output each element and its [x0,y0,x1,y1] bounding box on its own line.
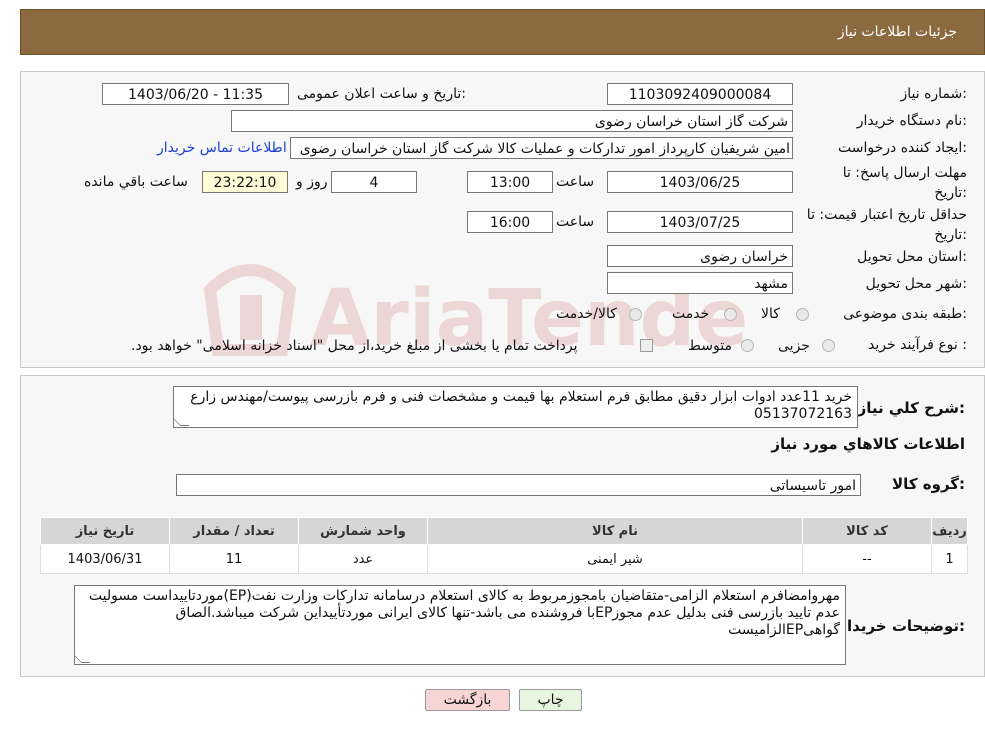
col-quantity[interactable]: تعداد / مقدار [169,517,299,545]
buyer-contact-link[interactable]: اطلاعات تماس خریدار [157,140,287,156]
validity-time-label: ساعت [556,214,595,230]
treasury-note: پرداخت تمام یا بخشی از مبلغ خرید،از محل … [131,338,578,354]
page-title: جزئیات اطلاعات نیاز [837,24,957,40]
cell-code: -- [802,544,932,574]
delivery-province-label: استان محل تحویل: [857,249,967,265]
days-and-label: روز و [296,174,328,190]
need-number-label: شماره نیاز: [900,86,967,102]
buyer-notes-text: مهروامضافرم استعلام الزامی-متقاضیان بامج… [88,588,840,638]
purchase-option-minor: جزیی [778,338,810,354]
category-option-goods: کالا [761,306,780,322]
treasury-checkbox[interactable] [640,339,653,352]
purchase-radio-medium[interactable] [741,339,754,352]
print-button[interactable]: چاپ [519,689,582,711]
price-validity-label: حداقل تاریخ اعتبار قیمت: تا تاریخ: [806,207,967,243]
remaining-time-field: 23:22:10 [202,171,288,193]
need-number-field[interactable]: 1103092409000084 [607,83,793,105]
requester-field[interactable]: امین شریفیان کارپرداز امور تدارکات و عمل… [290,137,793,159]
category-option-service: خدمت [672,306,710,322]
cell-unit: عدد [298,544,428,574]
buyer-org-field[interactable]: شرکت گاز استان خراسان رضوی [231,110,793,132]
resize-handle-icon[interactable] [75,654,91,663]
announce-datetime-field[interactable]: 1403/06/20 - 11:35 [102,83,289,105]
buyer-org-label: نام دستگاه خریدار: [856,113,967,129]
category-option-goods-service: کالا/خدمت [556,306,617,322]
general-desc-text: خرید 11عدد ادوات ابزار دقیق مطابق فرم اس… [190,389,852,422]
category-radio-goods[interactable] [796,308,809,321]
delivery-province-field[interactable]: خراسان رضوی [607,245,793,267]
general-desc-textarea[interactable]: خرید 11عدد ادوات ابزار دقیق مطابق فرم اس… [173,386,858,428]
cell-need-date: 1403/06/31 [40,544,170,574]
reply-deadline-label: مهلت ارسال پاسخ: تا تاریخ: [842,165,967,201]
remaining-label: ساعت باقي مانده [84,174,188,190]
table-row[interactable]: 1 -- شیر ایمنی عدد 11 1403/06/31 [40,544,968,574]
requester-label: ایجاد کننده درخواست: [838,140,967,156]
cell-quantity: 11 [169,544,299,574]
reply-date-field[interactable]: 1403/06/25 [607,171,793,193]
goods-group-label: گروه کالا: [892,475,965,493]
purchase-type-label: نوع فرآیند خرید : [868,337,967,353]
cell-row: 1 [931,544,968,574]
goods-table-header: ردیف کد کالا نام کالا واحد شمارش تعداد /… [40,517,968,545]
col-code[interactable]: کد کالا [802,517,932,545]
goods-group-field[interactable]: امور تاسیساتی [176,474,861,496]
col-row[interactable]: ردیف [931,517,968,545]
purchase-radio-minor[interactable] [822,339,835,352]
buyer-notes-textarea[interactable]: مهروامضافرم استعلام الزامی-متقاضیان بامج… [74,585,846,665]
category-radio-goods-service[interactable] [629,308,642,321]
col-need-date[interactable]: تاریخ نیاز [40,517,170,545]
resize-handle-icon[interactable] [174,417,190,426]
delivery-city-label: شهر محل تحویل: [865,276,967,292]
validity-date-field[interactable]: 1403/07/25 [607,211,793,233]
general-desc-label: شرح كلي نياز: [857,399,965,417]
goods-table: ردیف کد کالا نام کالا واحد شمارش تعداد /… [40,517,968,574]
category-radio-service[interactable] [724,308,737,321]
cell-name: شیر ایمنی [427,544,803,574]
page-header: جزئیات اطلاعات نیاز [20,9,985,55]
back-button[interactable]: بازگشت [425,689,510,711]
validity-time-field[interactable]: 16:00 [467,211,553,233]
purchase-option-medium: متوسط [688,338,732,354]
reply-time-label: ساعت [556,174,595,190]
buyer-notes-label: توضیحات خریدار: [838,617,965,635]
reply-time-field[interactable]: 13:00 [467,171,553,193]
delivery-city-field[interactable]: مشهد [607,272,793,294]
col-name[interactable]: نام کالا [427,517,803,545]
goods-info-title: اطلاعات کالاهاي مورد نياز [771,435,965,453]
col-unit[interactable]: واحد شمارش [298,517,428,545]
announce-datetime-label: تاریخ و ساعت اعلان عمومی: [297,86,466,102]
reply-days-field[interactable]: 4 [331,171,417,193]
category-label: طبقه بندی موضوعی: [843,306,967,322]
